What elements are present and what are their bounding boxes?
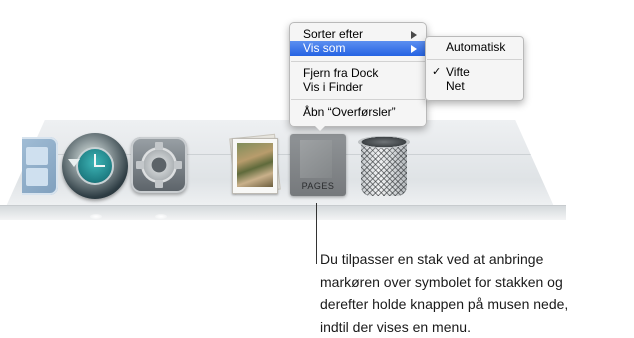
callout-line — [316, 203, 317, 264]
downloads-stack-icon[interactable]: PAGES — [290, 134, 346, 196]
menu-item-view-as[interactable]: Vis som — [290, 41, 426, 56]
gear-tooth — [174, 161, 182, 169]
checkmark-icon: ✓ — [432, 65, 441, 80]
gear-icon — [141, 147, 177, 183]
submenu-item-fan[interactable]: ✓ Vifte — [426, 65, 523, 80]
app-icon[interactable] — [0, 137, 58, 195]
menu-separator — [427, 59, 522, 60]
submenu-item-automatic[interactable]: Automatisk — [426, 40, 523, 55]
arrow-icon — [68, 159, 80, 167]
dock-context-menu: Sorter efter Vis som Fjern fra Dock Vis … — [289, 22, 427, 127]
menu-separator — [291, 61, 425, 62]
menu-item-remove-from-dock[interactable]: Fjern fra Dock — [290, 66, 426, 81]
gear-tooth — [155, 180, 163, 188]
menu-item-label: Vifte — [446, 65, 470, 79]
trash-body — [361, 142, 407, 196]
callout-text: Du tilpasser en stak ved at anbringe mar… — [320, 248, 630, 338]
gear-tooth — [136, 161, 144, 169]
time-machine-icon[interactable] — [62, 133, 128, 199]
submenu-arrow-icon — [411, 45, 417, 53]
submenu-arrow-icon — [411, 31, 417, 39]
system-preferences-icon[interactable] — [131, 137, 187, 193]
menu-item-show-in-finder[interactable]: Vis i Finder — [290, 80, 426, 95]
view-as-submenu: Automatisk ✓ Vifte Net — [425, 36, 524, 101]
running-indicator — [155, 214, 167, 219]
trash-rim — [358, 136, 410, 148]
menu-item-label: Automatisk — [446, 40, 505, 54]
document-icon — [300, 140, 332, 178]
callout-line-3: derefter holde knappen på musen nede, — [320, 293, 630, 316]
clock-hand — [95, 165, 105, 167]
menu-item-open-downloads[interactable]: Åbn “Overførsler” — [290, 105, 426, 120]
trash-icon[interactable] — [358, 136, 410, 198]
submenu-item-grid[interactable]: Net — [426, 79, 523, 94]
menu-item-label: Vis i Finder — [303, 80, 363, 94]
callout-line-2: markøren over symbolet for stakken og — [320, 271, 630, 294]
callout-line-1: Du tilpasser en stak ved at anbringe — [320, 248, 630, 271]
menu-item-label: Sorter efter — [303, 27, 363, 41]
dock-shelf-edge — [0, 205, 566, 220]
menu-item-sort-by[interactable]: Sorter efter — [290, 27, 426, 42]
menu-item-label: Vis som — [303, 41, 345, 55]
menu-pointer — [313, 124, 327, 131]
photo-image — [237, 143, 273, 187]
photos-stack-icon[interactable] — [228, 134, 281, 194]
menu-item-label: Net — [446, 79, 465, 93]
callout-line-4: indtil der vises en menu. — [320, 316, 630, 338]
running-indicator — [90, 214, 102, 219]
menu-item-label: Åbn “Overførsler” — [303, 105, 396, 119]
gear-tooth — [155, 142, 163, 150]
menu-separator — [291, 99, 425, 100]
stack-label: PAGES — [290, 181, 346, 191]
menu-item-label: Fjern fra Dock — [303, 66, 378, 80]
photo-front — [232, 138, 278, 194]
